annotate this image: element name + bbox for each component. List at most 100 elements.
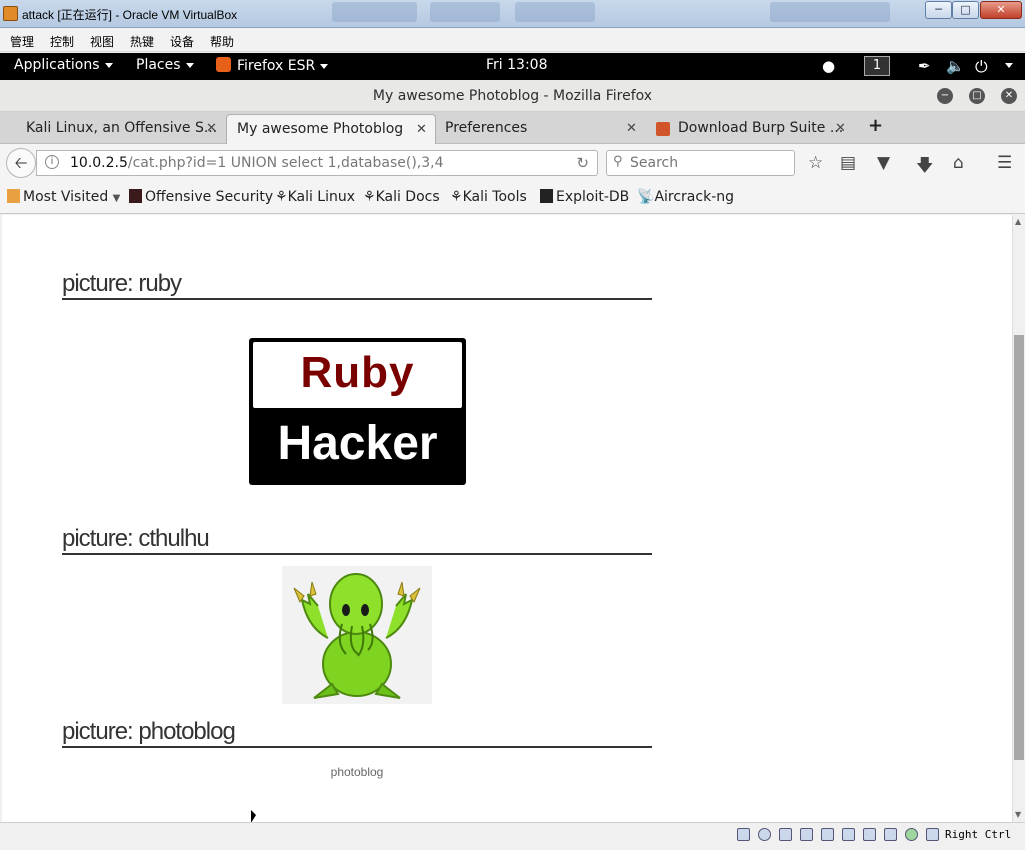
menu-devices[interactable]: 设备 [170, 33, 194, 50]
reload-icon[interactable]: ↻ [576, 154, 589, 172]
close-icon[interactable]: ✕ [626, 121, 637, 136]
bookmark-most-visited[interactable]: Most Visited ▼ [7, 189, 120, 205]
cthulhu-illustration [293, 573, 421, 699]
ff-close-button[interactable]: ✕ [1001, 88, 1017, 104]
photoblog-image-alt: photoblog [330, 765, 384, 779]
tab-photoblog[interactable]: My awesome Photoblog ✕ [226, 114, 436, 144]
clock[interactable]: Fri 13:08 [486, 57, 547, 73]
vbox-statusbar: Right Ctrl [0, 822, 1025, 850]
ruby-logo-text: Ruby [300, 348, 415, 397]
system-menu-chevron[interactable] [1000, 57, 1013, 73]
pen-icon[interactable]: ✒ [918, 57, 931, 75]
scroll-thumb[interactable] [1014, 335, 1024, 760]
home-icon[interactable]: ⌂ [953, 153, 964, 173]
pocket-icon[interactable]: ▼ [877, 153, 890, 173]
virtualization-icon[interactable] [905, 828, 918, 841]
volume-icon[interactable]: 🔈 [946, 57, 965, 75]
minimize-button[interactable]: ─ [925, 1, 952, 19]
applications-menu[interactable]: Applications [14, 57, 113, 73]
bookmark-exploit-db[interactable]: Exploit-DB [540, 189, 629, 205]
downloads-icon[interactable]: 🡇 [916, 153, 933, 182]
hard-disk-icon[interactable] [737, 828, 750, 841]
reading-list-icon[interactable]: ▤ [840, 153, 856, 173]
picture-title-ruby: picture: ruby [62, 270, 652, 300]
scroll-down-icon[interactable]: ▼ [1015, 810, 1021, 819]
menu-help[interactable]: 帮助 [210, 33, 234, 50]
workspace-indicator[interactable]: 1 [864, 56, 890, 76]
ff-minimize-button[interactable]: − [937, 88, 953, 104]
mouse-integration-icon[interactable] [926, 828, 939, 841]
picture-title-cthulhu: picture: cthulhu [62, 525, 652, 555]
bookmark-aircrack-ng[interactable]: 📡Aircrack-ng [637, 189, 734, 205]
maximize-button[interactable]: □ [952, 1, 979, 19]
background-window-title [515, 2, 595, 22]
close-icon[interactable]: ✕ [835, 121, 846, 136]
ruby-logo-top: Ruby [253, 342, 462, 408]
recording-icon[interactable] [884, 828, 897, 841]
tab-preferences[interactable]: Preferences ✕ [436, 114, 646, 144]
search-icon: ⚲ [613, 154, 623, 169]
bookmark-kali-tools[interactable]: ⚘Kali Tools [450, 189, 527, 205]
page-content: picture: ruby Ruby Hacker picture: cthul… [2, 215, 1012, 822]
new-tab-button[interactable]: + [868, 115, 884, 145]
menu-manage[interactable]: 管理 [10, 33, 34, 50]
ruby-hacker-image: Ruby Hacker [249, 338, 466, 485]
bookmarks-toolbar: Most Visited ▼ Offensive Security ⚘Kali … [0, 180, 1025, 214]
exploit-db-icon [540, 189, 553, 203]
bookmark-label: Aircrack-ng [654, 189, 735, 205]
burp-favicon [656, 122, 670, 136]
picture-title-photoblog: picture: photoblog [62, 718, 652, 748]
tab-label: Kali Linux, an Offensive S... [26, 120, 218, 136]
bookmark-offensive-security[interactable]: Offensive Security [129, 189, 273, 205]
hamburger-menu-icon[interactable]: ☰ [997, 153, 1012, 173]
display-icon[interactable] [842, 828, 855, 841]
bookmark-label: Kali Tools [462, 189, 527, 205]
chevron-down-icon [104, 62, 113, 68]
background-window-title [770, 2, 890, 22]
bookmark-label: Most Visited [23, 189, 109, 205]
vbox-menubar: 管理 控制 视图 热键 设备 帮助 [0, 29, 1025, 52]
hacker-logo-text: Hacker [277, 417, 438, 470]
search-input[interactable] [630, 155, 790, 171]
page-scrollbar[interactable]: ▲ ▼ [1012, 215, 1025, 822]
close-icon[interactable]: ✕ [416, 122, 427, 137]
tab-burp-suite[interactable]: Download Burp Suite ... ✕ [648, 114, 858, 144]
url-bar[interactable]: i 10.0.2.5/cat.php?id=1 UNION select 1,d… [36, 150, 598, 176]
shared-folder-icon[interactable] [821, 828, 834, 841]
kali-dragon-icon: ⚘ [275, 189, 288, 205]
applications-label: Applications [14, 57, 100, 73]
ff-maximize-button[interactable]: □ [969, 88, 985, 104]
scroll-up-icon[interactable]: ▲ [1015, 217, 1021, 226]
vbox-titlebar: attack [正在运行] - Oracle VM VirtualBox ─ □… [0, 0, 1025, 28]
tab-kali-linux[interactable]: Kali Linux, an Offensive S... ✕ [14, 114, 226, 144]
back-button[interactable]: 🡠 [6, 148, 36, 178]
bookmark-label: Kali Docs [375, 189, 440, 205]
power-icon[interactable]: ⏻ [975, 57, 988, 77]
chevron-down-icon [1005, 62, 1013, 68]
background-window-title [430, 2, 500, 22]
back-arrow-icon: 🡠 [14, 153, 28, 172]
cthulhu-image [282, 566, 432, 704]
info-icon[interactable]: i [45, 155, 59, 169]
menu-view[interactable]: 视图 [90, 33, 114, 50]
search-box[interactable]: ⚲ [606, 150, 795, 176]
firefox-app-menu[interactable]: Firefox ESR [216, 57, 329, 74]
video-icon[interactable]: ● [822, 57, 835, 75]
bookmark-star-icon[interactable]: ☆ [808, 153, 823, 173]
network-icon[interactable] [863, 828, 876, 841]
close-icon[interactable]: ✕ [206, 121, 217, 136]
aircrack-icon: 📡 [637, 189, 655, 205]
optical-drive-icon[interactable] [758, 828, 771, 841]
close-button[interactable]: ✕ [980, 1, 1022, 19]
audio-icon[interactable] [779, 828, 792, 841]
plus-icon: + [868, 115, 884, 136]
usb-icon[interactable] [800, 828, 813, 841]
firefox-icon [216, 57, 231, 72]
places-menu[interactable]: Places [136, 57, 194, 73]
bookmark-kali-linux[interactable]: ⚘Kali Linux [275, 189, 355, 205]
menu-hotkeys[interactable]: 热键 [130, 33, 154, 50]
firefox-app-label: Firefox ESR [237, 58, 316, 74]
menu-control[interactable]: 控制 [50, 33, 74, 50]
bookmark-kali-docs[interactable]: ⚘Kali Docs [363, 189, 440, 205]
vbox-window-title: attack [正在运行] - Oracle VM VirtualBox [22, 8, 238, 22]
